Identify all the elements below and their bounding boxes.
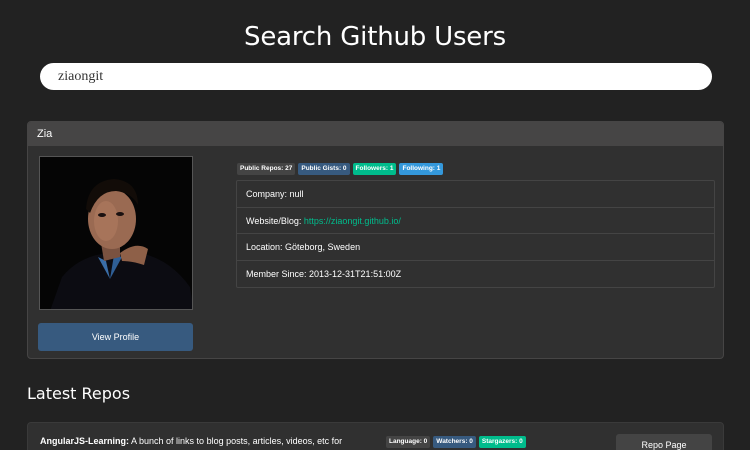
- repo-description: A bunch of links to blog posts, articles…: [129, 436, 343, 446]
- public-repos-badge: Public Repos: 27: [237, 163, 296, 175]
- user-stats-badges: Public Repos: 27 Public Gists: 0 Followe…: [237, 163, 444, 175]
- language-badge: Language: 0: [386, 436, 431, 448]
- user-panel: Zia View Profile Public Repos: 27 Public…: [27, 121, 724, 359]
- website-label: Website/Blog:: [246, 215, 304, 226]
- view-profile-button[interactable]: View Profile: [38, 323, 193, 351]
- followers-badge: Followers: 1: [352, 163, 397, 175]
- watchers-badge: Watchers: 0: [433, 436, 476, 448]
- company-item: Company: null: [237, 181, 714, 208]
- latest-repos-title: Latest Repos: [27, 384, 131, 403]
- stargazers-badge: Stargazers: 0: [478, 436, 526, 448]
- page-title: Search Github Users: [244, 22, 506, 52]
- website-link[interactable]: https://ziaongit.github.io/: [304, 216, 401, 226]
- location-item: Location: Göteborg, Sweden: [237, 234, 714, 261]
- following-badge: Following: 1: [399, 163, 444, 175]
- repo-item: AngularJS-Learning: A bunch of links to …: [27, 422, 724, 450]
- repo-name: AngularJS-Learning:: [40, 436, 130, 446]
- repo-page-button[interactable]: Repo Page: [616, 434, 712, 450]
- avatar: [39, 156, 193, 310]
- user-info-list: Company: null Website/Blog: https://ziao…: [236, 180, 715, 288]
- member-since-item: Member Since: 2013-12-31T21:51:00Z: [246, 268, 402, 279]
- search-input[interactable]: [40, 63, 712, 90]
- repo-stats-badges: Language: 0 Watchers: 0 Stargazers: 0: [386, 436, 526, 448]
- website-item: Website/Blog: https://ziaongit.github.io…: [237, 208, 714, 234]
- repo-text: AngularJS-Learning: A bunch of links to …: [40, 436, 342, 446]
- user-name-heading: Zia: [28, 122, 723, 146]
- public-gists-badge: Public Gists: 0: [298, 163, 350, 175]
- avatar-photo: [40, 157, 192, 309]
